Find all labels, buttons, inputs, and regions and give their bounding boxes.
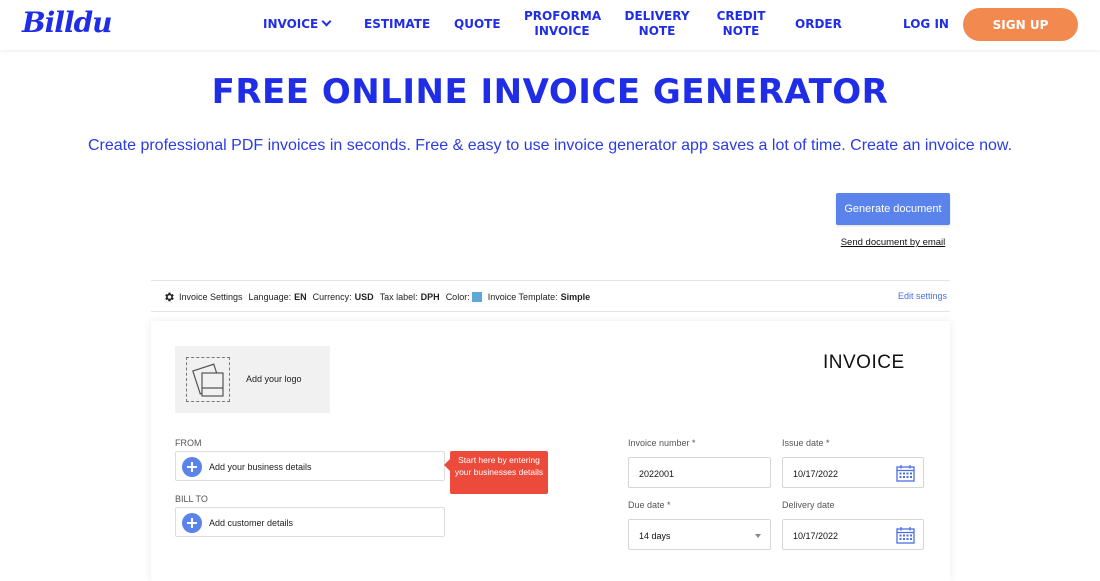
nav-delivery-note[interactable]: DELIVERY NOTE (622, 9, 692, 39)
template-value: Simple (560, 292, 591, 302)
nav-invoice-label: INVOICE (263, 17, 319, 31)
billdu-logo[interactable]: Billdu (22, 6, 113, 39)
top-nav-bar: Billdu INVOICE ESTIMATE QUOTE PROFORMA I… (0, 0, 1100, 50)
language-value: EN (294, 292, 307, 302)
add-customer-details-label: Add customer details (209, 518, 294, 528)
start-here-tooltip: Start here by entering your businesses d… (444, 451, 548, 494)
invoice-number-value: 2022001 (639, 469, 675, 479)
invoice-card: Add your logo INVOICE FROM Add your busi… (151, 321, 950, 581)
delivery-date-input[interactable]: 10/17/2022 (782, 519, 924, 550)
template-label: Invoice Template: (487, 292, 558, 302)
edit-settings-link[interactable]: Edit settings (898, 291, 947, 301)
add-logo-label: Add your logo (246, 374, 302, 384)
delivery-date-label: Delivery date (782, 500, 835, 510)
page-subtitle: Create professional PDF invoices in seco… (87, 137, 1013, 154)
gear-icon (165, 292, 174, 302)
send-by-email-link[interactable]: Send document by email (836, 237, 950, 248)
nav-invoice[interactable]: INVOICE (263, 16, 332, 32)
add-customer-details-button[interactable]: Add customer details (175, 507, 445, 537)
image-icon (192, 363, 224, 397)
due-date-value: 14 days (639, 531, 671, 541)
bill-to-label: BILL TO (175, 494, 208, 504)
settings-title: Invoice Settings (179, 292, 243, 302)
plus-icon (182, 457, 202, 477)
due-date-label: Due date * (628, 500, 671, 510)
invoice-number-label: Invoice number * (628, 438, 696, 448)
nav-quote[interactable]: QUOTE (454, 17, 501, 32)
nav-order[interactable]: ORDER (795, 17, 842, 32)
calendar-icon[interactable] (896, 526, 915, 544)
tax-label-label: Tax label: (379, 292, 418, 302)
delivery-date-value: 10/17/2022 (793, 531, 839, 541)
plus-icon (182, 513, 202, 533)
color-swatch (471, 292, 482, 302)
add-business-details-label: Add your business details (209, 462, 312, 472)
chevron-down-icon (321, 16, 332, 27)
sign-up-button[interactable]: SIGN UP (963, 8, 1078, 41)
calendar-icon[interactable] (896, 464, 915, 482)
from-label: FROM (175, 438, 202, 448)
logo-placeholder (186, 357, 230, 402)
color-label: Color: (445, 292, 470, 302)
login-link[interactable]: LOG IN (903, 17, 949, 32)
invoice-heading: INVOICE (823, 352, 905, 373)
issue-date-label: Issue date * (782, 438, 830, 448)
add-business-details-button[interactable]: Add your business details (175, 451, 445, 481)
currency-value: USD (354, 292, 374, 302)
nav-estimate[interactable]: ESTIMATE (364, 17, 430, 32)
settings-summary[interactable]: Invoice Settings Language: EN Currency: US… (163, 291, 590, 303)
page-title: FREE ONLINE INVOICE GENERATOR (211, 72, 889, 112)
issue-date-input[interactable]: 10/17/2022 (782, 457, 924, 488)
currency-label: Currency: (312, 292, 352, 302)
generate-document-button[interactable]: Generate document (836, 193, 950, 225)
language-label: Language: (248, 292, 292, 302)
nav-credit-note[interactable]: CREDIT NOTE (712, 9, 770, 39)
invoice-number-input[interactable]: 2022001 (628, 457, 771, 488)
due-date-select[interactable]: 14 days (628, 519, 771, 550)
chevron-down-icon (755, 534, 761, 538)
tax-label-value: DPH (420, 292, 440, 302)
nav-proforma-invoice[interactable]: PROFORMA INVOICE (524, 9, 601, 39)
add-logo-area[interactable]: Add your logo (175, 346, 330, 413)
issue-date-value: 10/17/2022 (793, 469, 839, 479)
invoice-settings-bar: Invoice Settings Language: EN Currency: US… (151, 280, 950, 312)
